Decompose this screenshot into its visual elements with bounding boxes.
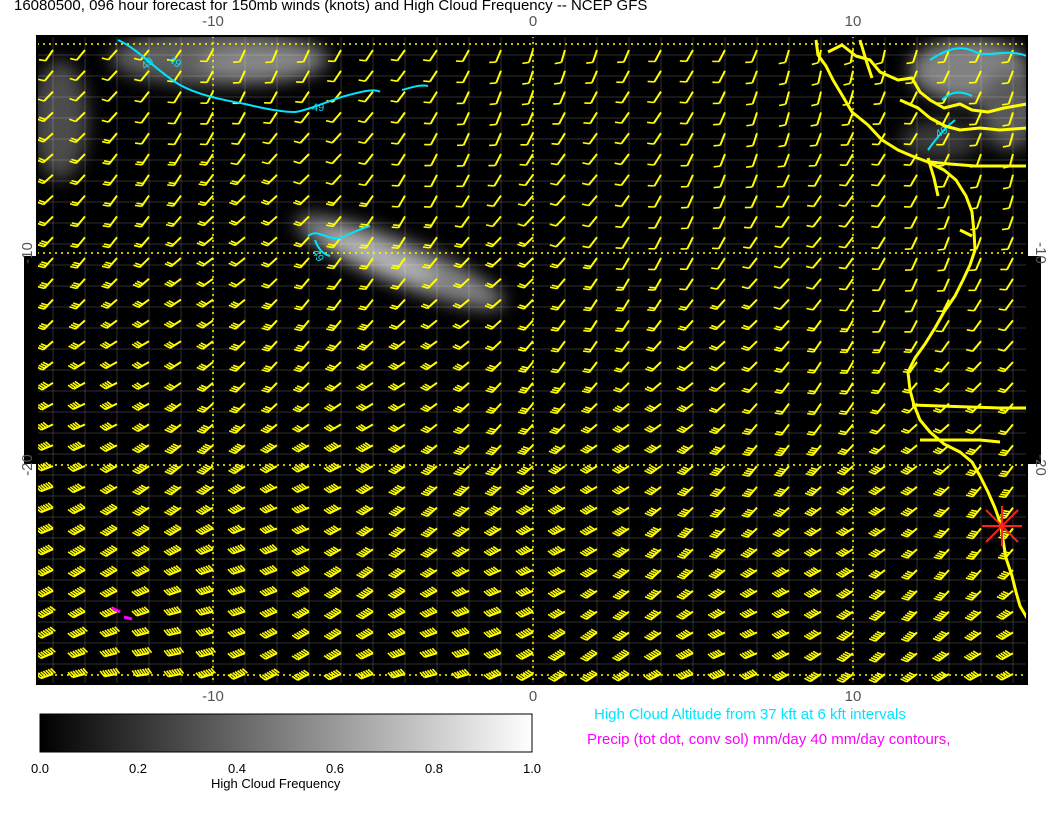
colorbar-tick: 1.0 [522, 761, 542, 776]
right-edge-bar [1027, 256, 1041, 464]
colorbar [39, 713, 533, 753]
lon-tick-top: 0 [529, 13, 537, 30]
map-figure: 49 49 49 49 49 -10 0 10 -10 0 10 -10 -20… [19, 13, 1049, 753]
colorbar-tick: 0.2 [128, 761, 148, 776]
contour-label: 49 [312, 102, 324, 114]
colorbar-tick: 0.8 [424, 761, 444, 776]
lon-tick-bottom: -10 [202, 688, 224, 705]
colorbar-title: High Cloud Frequency [211, 776, 341, 791]
lat-tick-right: -10 [1032, 242, 1049, 264]
lon-tick-bottom: 10 [845, 688, 862, 705]
left-edge-bar [24, 256, 38, 464]
lon-tick-top: 10 [845, 13, 862, 30]
cloud-altitude-note: High Cloud Altitude from 37 kft at 6 kft… [594, 706, 906, 723]
lon-tick-bottom: 0 [529, 688, 537, 705]
lon-tick-top: -10 [202, 13, 224, 30]
colorbar-tick: 0.4 [227, 761, 247, 776]
precip-note: Precip (tot dot, conv sol) mm/day 40 mm/… [587, 731, 951, 748]
lat-tick-left: -20 [19, 454, 36, 476]
colorbar-tick: 0.6 [325, 761, 345, 776]
red-star-marker [982, 506, 1022, 546]
colorbar-tick: 0.0 [30, 761, 50, 776]
lat-tick-right: -20 [1032, 454, 1049, 476]
lat-tick-left: -10 [19, 242, 36, 264]
